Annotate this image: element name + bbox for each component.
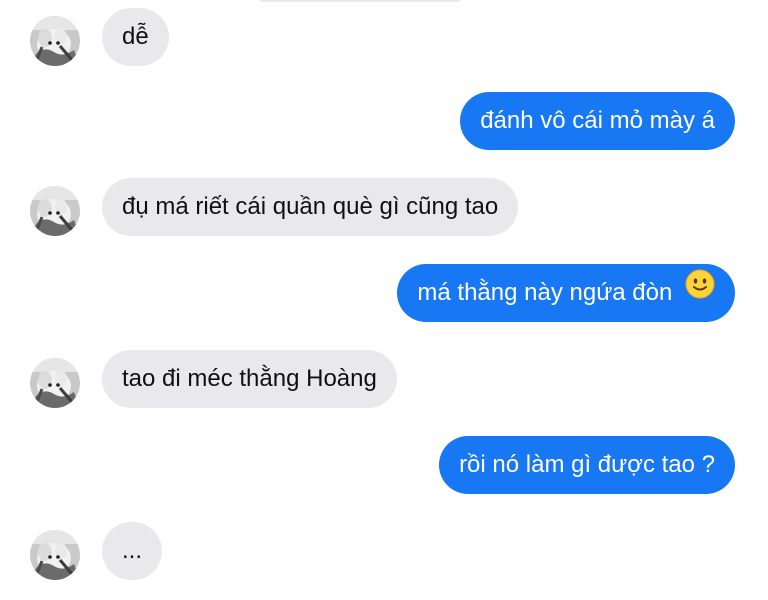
avatar[interactable]	[30, 186, 80, 236]
avatar[interactable]	[30, 16, 80, 66]
message-text: đụ má riết cái quần què gì cũng tao	[122, 193, 499, 220]
message-text: má thằng này ngứa đòn	[417, 279, 673, 306]
avatar[interactable]	[30, 530, 80, 580]
message-bubble-outgoing[interactable]: rồi nó làm gì được tao ?	[439, 436, 735, 494]
message-text: đánh vô cái mỏ mày á	[480, 107, 715, 134]
message-bubble-outgoing[interactable]: đánh vô cái mỏ mày á	[460, 92, 735, 150]
message-text: dễ	[122, 23, 149, 50]
message-text: tao đi méc thằng Hoàng	[122, 365, 377, 392]
message-bubble-incoming[interactable]: ...	[102, 522, 163, 580]
message-bubble-incoming[interactable]: tao đi méc thằng Hoàng	[102, 350, 397, 408]
slightly-smiling-face-icon	[685, 263, 715, 321]
message-text: ...	[122, 537, 143, 564]
message-bubble-incoming[interactable]: dễ	[102, 8, 169, 66]
previous-bubble-edge	[260, 0, 460, 2]
chat-thread: dễ đánh vô cái mỏ mày á đụ má riết cái q…	[0, 0, 768, 600]
message-text: rồi nó làm gì được tao ?	[459, 451, 715, 478]
message-bubble-outgoing[interactable]: má thằng này ngứa đòn	[397, 264, 735, 322]
message-bubble-incoming[interactable]: đụ má riết cái quần què gì cũng tao	[102, 178, 519, 236]
avatar[interactable]	[30, 358, 80, 408]
